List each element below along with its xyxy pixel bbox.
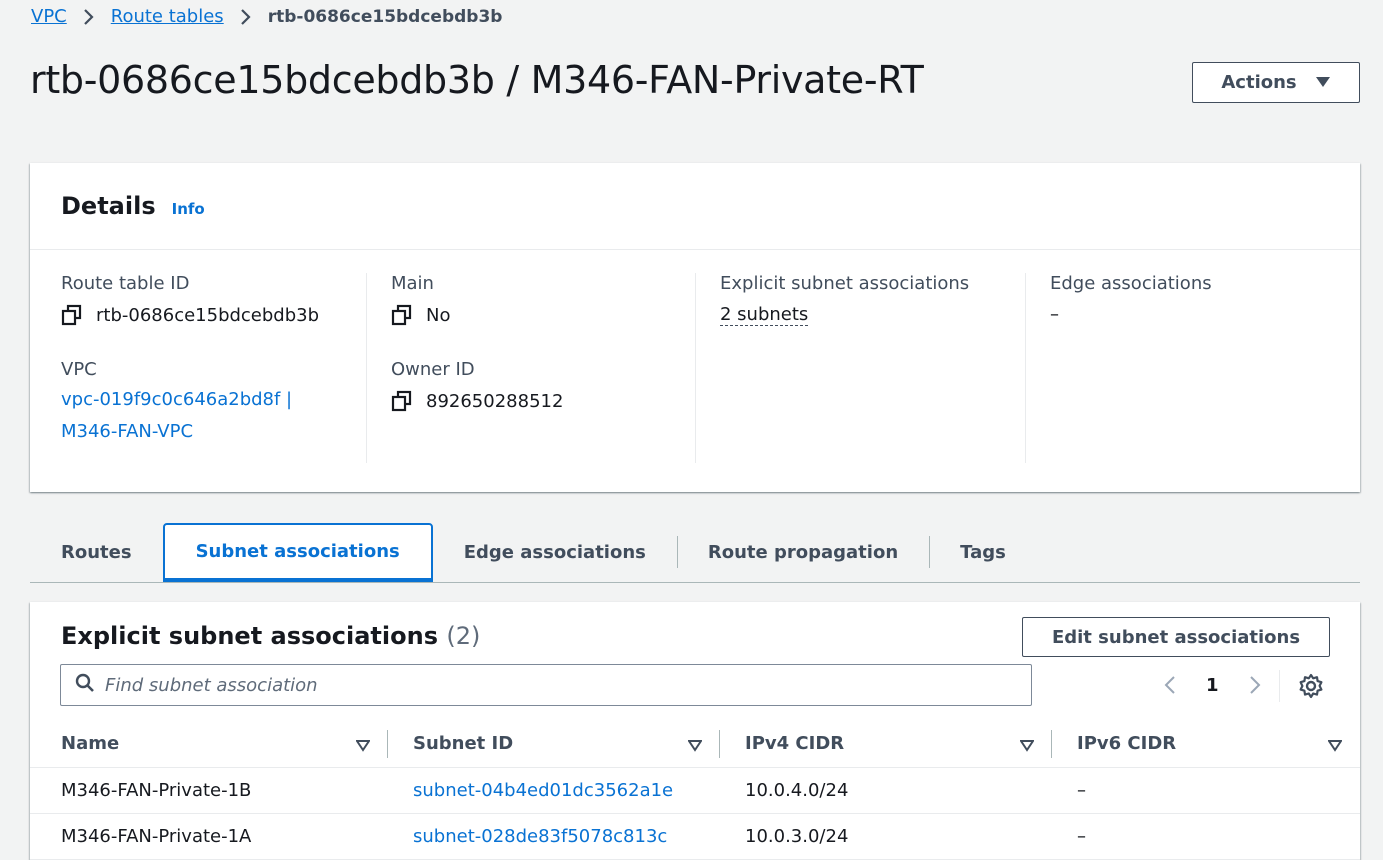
column-header-subnet-id[interactable]: Subnet ID xyxy=(388,720,720,768)
copy-icon[interactable] xyxy=(391,390,413,412)
table-row: M346-FAN-Private-1B subnet-04b4ed01dc356… xyxy=(30,768,1360,814)
details-column-1: Route table ID rtb-0686ce15bdcebdb3b VPC… xyxy=(61,273,366,463)
route-table-id-label: Route table ID xyxy=(61,273,190,294)
breadcrumb-current: rtb-0686ce15bdcebdb3b xyxy=(267,6,503,27)
search-box xyxy=(60,664,1032,706)
tab-list: Routes Subnet associations Edge associat… xyxy=(30,523,1360,583)
cell-ipv6-cidr: – xyxy=(1077,780,1086,801)
sort-caret-icon[interactable] xyxy=(1019,736,1035,757)
chevron-left-icon[interactable] xyxy=(1160,675,1180,695)
subnet-associations-panel: Explicit subnet associations (2) Edit su… xyxy=(30,602,1360,860)
main-value: No xyxy=(391,304,696,326)
cell-name: M346-FAN-Private-1B xyxy=(61,780,252,801)
vpc-label: VPC xyxy=(61,359,97,380)
sort-caret-icon[interactable] xyxy=(1327,736,1343,757)
details-panel: Details Info Route table ID rtb-0686ce15… xyxy=(30,163,1360,492)
explicit-associations-value: 2 subnets xyxy=(720,304,1025,326)
column-header-ipv4-cidr[interactable]: IPv4 CIDR xyxy=(720,720,1052,768)
page-title: rtb-0686ce15bdcebdb3b / M346-FAN-Private… xyxy=(30,58,924,102)
explicit-associations-popover[interactable]: 2 subnets xyxy=(720,304,809,326)
actions-button[interactable]: Actions xyxy=(1192,62,1360,103)
breadcrumb-route-tables-link[interactable]: Route tables xyxy=(111,6,224,27)
associations-count: (2) xyxy=(446,622,481,650)
tab-routes[interactable]: Routes xyxy=(30,523,163,582)
column-header-name-label: Name xyxy=(61,733,120,754)
vpc-link-line1[interactable]: vpc-019f9c0c646a2bd8f | xyxy=(61,384,366,416)
copy-icon[interactable] xyxy=(61,304,83,326)
column-header-ipv6-label: IPv6 CIDR xyxy=(1077,733,1177,754)
cell-ipv6-cidr: – xyxy=(1077,826,1086,847)
route-table-id-value: rtb-0686ce15bdcebdb3b xyxy=(61,304,366,326)
details-column-2: Main No Owner ID 892650288512 xyxy=(366,273,696,463)
breadcrumb: VPC Route tables rtb-0686ce15bdcebdb3b xyxy=(31,6,502,27)
details-columns: Route table ID rtb-0686ce15bdcebdb3b VPC… xyxy=(30,273,1360,463)
details-title: Details xyxy=(61,192,156,220)
owner-id-value: 892650288512 xyxy=(391,390,696,412)
caret-down-icon xyxy=(1315,74,1331,92)
info-link[interactable]: Info xyxy=(172,200,205,218)
column-header-ipv4-label: IPv4 CIDR xyxy=(745,733,845,754)
tab-edge-associations[interactable]: Edge associations xyxy=(433,523,677,582)
edit-subnet-associations-button[interactable]: Edit subnet associations xyxy=(1022,617,1330,657)
details-column-4: Edge associations – xyxy=(1025,273,1360,463)
cell-ipv4-cidr: 10.0.4.0/24 xyxy=(745,780,849,801)
owner-id-label: Owner ID xyxy=(391,359,475,380)
copy-icon[interactable] xyxy=(391,304,413,326)
column-header-ipv6-cidr[interactable]: IPv6 CIDR xyxy=(1052,720,1360,768)
breadcrumb-vpc-link[interactable]: VPC xyxy=(31,6,67,27)
details-column-3: Explicit subnet associations 2 subnets xyxy=(695,273,1025,463)
cell-ipv4-cidr: 10.0.3.0/24 xyxy=(745,826,849,847)
cell-subnet-id-link[interactable]: subnet-028de83f5078c813c xyxy=(388,826,720,847)
actions-button-label: Actions xyxy=(1221,72,1297,93)
subnet-id-link[interactable]: subnet-04b4ed01dc3562a1e xyxy=(413,780,673,801)
details-header: Details Info xyxy=(30,163,1360,250)
subnet-id-link[interactable]: subnet-028de83f5078c813c xyxy=(413,826,667,847)
table-header: Name Subnet ID IPv4 CIDR IPv6 CIDR xyxy=(30,720,1360,768)
tab-route-propagation[interactable]: Route propagation xyxy=(676,523,929,582)
associations-title: Explicit subnet associations (2) xyxy=(61,622,480,650)
pagination: 1 xyxy=(1160,669,1265,701)
table-row: M346-FAN-Private-1A subnet-028de83f5078c… xyxy=(30,814,1360,860)
cell-subnet-id-link[interactable]: subnet-04b4ed01dc3562a1e xyxy=(388,780,720,801)
pagination-divider xyxy=(1279,670,1280,702)
associations-table: Name Subnet ID IPv4 CIDR IPv6 CIDR M346-… xyxy=(30,720,1360,860)
explicit-associations-label: Explicit subnet associations xyxy=(720,273,970,294)
search-icon xyxy=(75,673,95,697)
edge-associations-label: Edge associations xyxy=(1050,273,1212,294)
tab-subnet-associations[interactable]: Subnet associations xyxy=(162,523,433,582)
edge-associations-value: – xyxy=(1050,304,1059,325)
page-number[interactable]: 1 xyxy=(1206,675,1219,696)
column-header-subnet-id-label: Subnet ID xyxy=(413,733,514,754)
column-header-name[interactable]: Name xyxy=(30,720,388,768)
search-input[interactable] xyxy=(105,674,985,696)
chevron-right-icon[interactable] xyxy=(1245,675,1265,695)
vpc-link[interactable]: vpc-019f9c0c646a2bd8f | M346-FAN-VPC xyxy=(61,384,366,448)
vpc-link-line2[interactable]: M346-FAN-VPC xyxy=(61,416,366,448)
owner-id-text: 892650288512 xyxy=(426,390,564,412)
chevron-right-icon xyxy=(240,8,252,26)
tab-tags[interactable]: Tags xyxy=(929,523,1037,582)
main-label: Main xyxy=(391,273,434,294)
gear-icon[interactable] xyxy=(1298,673,1324,699)
sort-caret-icon[interactable] xyxy=(355,736,371,757)
chevron-right-icon xyxy=(83,8,95,26)
main-value-text: No xyxy=(426,304,451,326)
route-table-id-text: rtb-0686ce15bdcebdb3b xyxy=(96,304,320,326)
associations-title-text: Explicit subnet associations xyxy=(61,622,438,650)
sort-caret-icon[interactable] xyxy=(687,736,703,757)
cell-name: M346-FAN-Private-1A xyxy=(61,826,252,847)
